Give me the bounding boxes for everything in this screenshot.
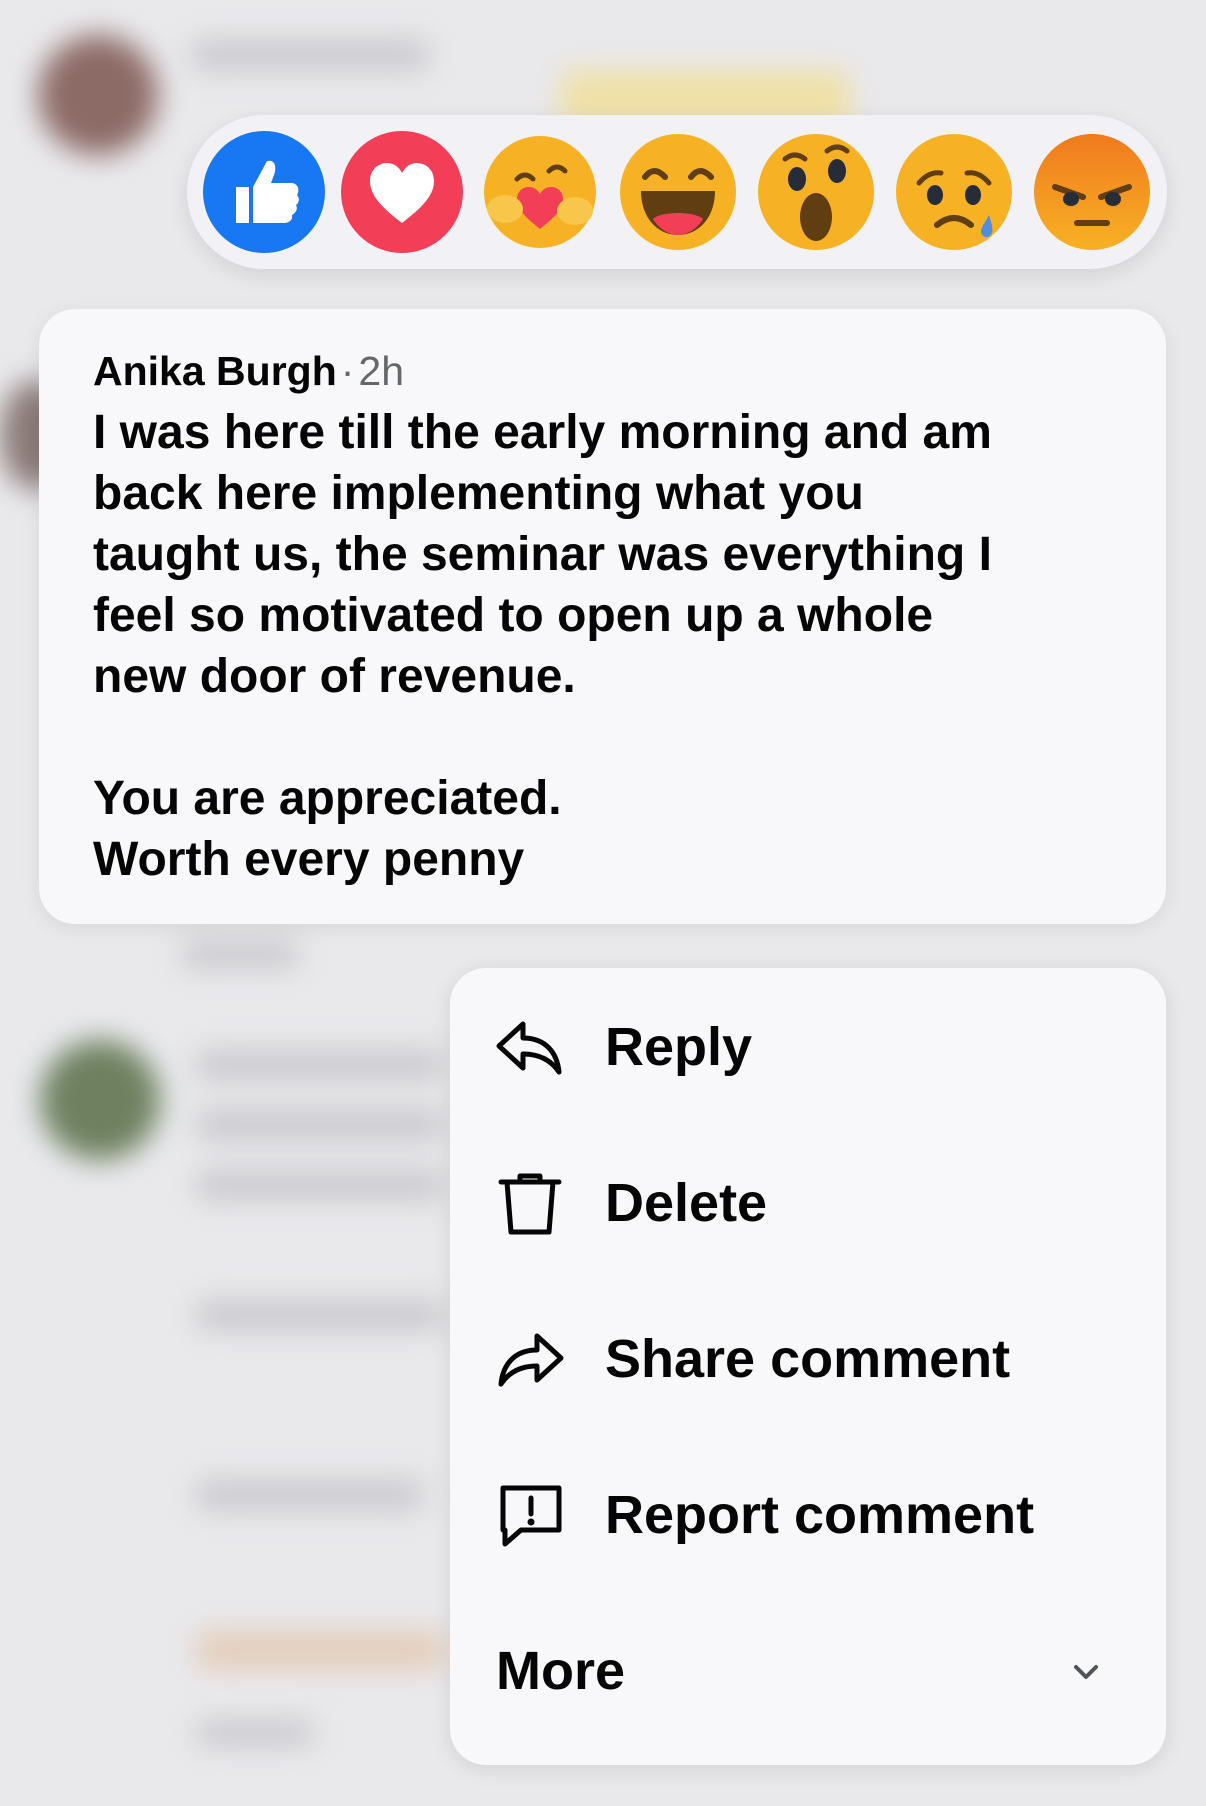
sad-icon[interactable] bbox=[893, 131, 1015, 253]
angry-icon[interactable] bbox=[1031, 131, 1153, 253]
reply-icon bbox=[493, 1010, 567, 1084]
care-icon[interactable] bbox=[479, 131, 601, 253]
blurred-text-bar bbox=[195, 1110, 445, 1140]
more-button[interactable]: More bbox=[450, 1592, 1166, 1748]
trash-icon bbox=[493, 1166, 567, 1240]
reply-button[interactable]: Reply bbox=[450, 968, 1166, 1124]
delete-button[interactable]: Delete bbox=[450, 1124, 1166, 1280]
blurred-avatar bbox=[38, 35, 158, 155]
comment-line: new door of revenue. bbox=[93, 650, 576, 703]
comment-line: I was here till the early morning and am bbox=[93, 406, 992, 459]
comment-separator: · bbox=[340, 348, 355, 394]
blurred-avatar-2 bbox=[40, 1040, 160, 1160]
like-icon[interactable] bbox=[203, 131, 325, 253]
comment-line: back here implementing what you bbox=[93, 467, 864, 520]
delete-label: Delete bbox=[605, 1173, 768, 1233]
comment-line: You are appreciated. bbox=[93, 772, 562, 825]
reply-label: Reply bbox=[605, 1017, 753, 1077]
blurred-text-bar bbox=[195, 1300, 445, 1330]
blurred-text-bar bbox=[195, 1720, 315, 1746]
comment-line: Worth every penny bbox=[93, 833, 525, 886]
blurred-text-bar bbox=[195, 1170, 445, 1200]
comment-card: Anika Burgh·2h I was here till the early… bbox=[39, 309, 1166, 924]
report-icon bbox=[493, 1478, 567, 1552]
comment-line: taught us, the seminar was everything I bbox=[93, 528, 992, 581]
report-comment-label: Report comment bbox=[605, 1485, 1035, 1545]
comment-timestamp[interactable]: 2h bbox=[358, 348, 404, 394]
comment-context-menu: Reply Delete Share comment Report commen… bbox=[450, 968, 1166, 1765]
blurred-text-bar bbox=[180, 940, 300, 968]
share-comment-button[interactable]: Share comment bbox=[450, 1280, 1166, 1436]
reaction-bar bbox=[187, 115, 1167, 269]
wow-icon[interactable] bbox=[755, 131, 877, 253]
comment-line: feel so motivated to open up a whole bbox=[93, 589, 934, 642]
love-icon[interactable] bbox=[341, 131, 463, 253]
share-comment-label: Share comment bbox=[605, 1329, 1011, 1389]
chevron-down-icon bbox=[1068, 1654, 1104, 1690]
blurred-text-bar bbox=[195, 1050, 445, 1080]
haha-icon[interactable] bbox=[617, 131, 739, 253]
blurred-highlight bbox=[195, 1630, 445, 1670]
share-icon bbox=[493, 1322, 567, 1396]
report-comment-button[interactable]: Report comment bbox=[450, 1436, 1166, 1592]
comment-text: I was here till the early morning and am… bbox=[93, 402, 1133, 890]
comment-header: Anika Burgh·2h bbox=[93, 341, 404, 401]
blurred-text-bar bbox=[195, 1480, 425, 1510]
blurred-name-bar bbox=[190, 40, 430, 70]
author-name[interactable]: Anika Burgh bbox=[93, 348, 337, 394]
more-label: More bbox=[496, 1641, 626, 1701]
